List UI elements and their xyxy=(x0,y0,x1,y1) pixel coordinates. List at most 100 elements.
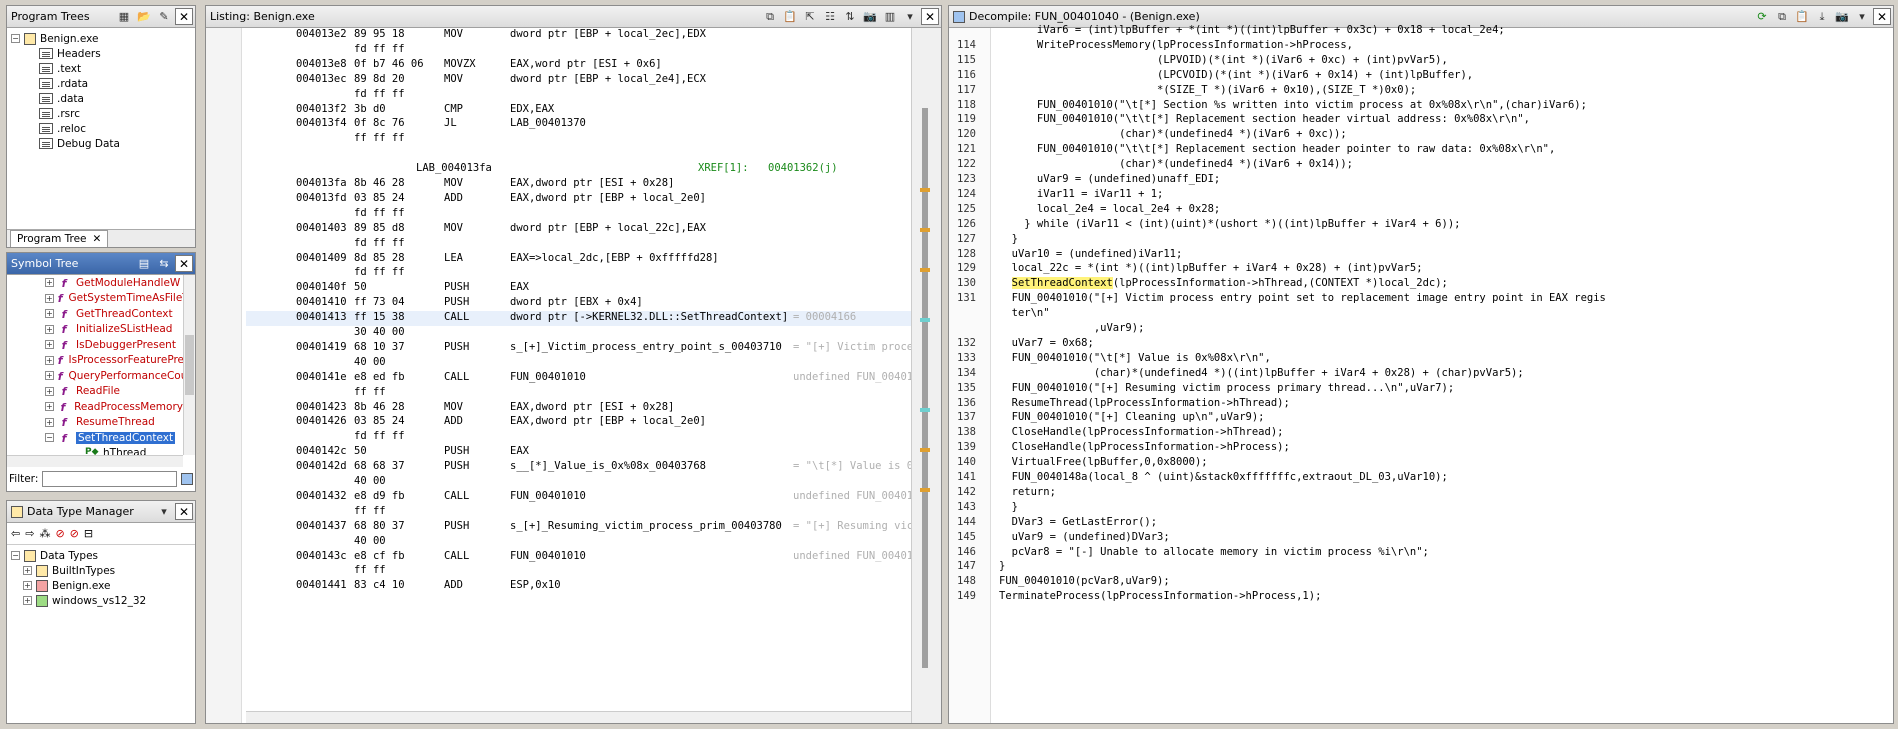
horizontal-scrollbar[interactable] xyxy=(246,711,911,723)
decompile-line[interactable]: 118 FUN_00401010("\t[*] Section %s writt… xyxy=(949,99,1893,114)
expand-icon[interactable]: + xyxy=(23,566,32,575)
decompile-line[interactable]: 127 } xyxy=(949,233,1893,248)
close-icon[interactable]: ✕ xyxy=(921,8,939,25)
decompile-line[interactable]: 142 return; xyxy=(949,486,1893,501)
decompile-line[interactable]: 141 FUN_0040148a(local_8 ^ (uint)&stack0… xyxy=(949,471,1893,486)
copy-icon[interactable]: ⧉ xyxy=(1773,8,1791,25)
program-tree-item[interactable]: .data xyxy=(11,91,195,106)
decompile-line[interactable]: 140 VirtualFree(lpBuffer,0,0x8000); xyxy=(949,456,1893,471)
decompile-line[interactable]: 130 SetThreadContext(lpProcessInformatio… xyxy=(949,277,1893,292)
expand-icon[interactable]: + xyxy=(45,309,54,319)
new-namespace-icon[interactable]: ▤ xyxy=(135,255,153,272)
symbol-item[interactable]: +f GetSystemTimeAsFileTime xyxy=(7,291,183,307)
symbol-item[interactable]: + f IsDebuggerPresent xyxy=(7,337,183,353)
diff-icon[interactable]: ⇅ xyxy=(841,8,859,25)
data-type-archive[interactable]: + Benign.exe xyxy=(11,578,195,593)
listing-row[interactable]: 0040142d 68 68 37 PUSH s__[*]_Value_is_0x%0… xyxy=(246,460,938,475)
symbol-item[interactable]: + f GetThreadContext xyxy=(7,306,183,322)
expand-icon[interactable]: + xyxy=(45,402,54,412)
decompile-line[interactable]: 136 ResumeThread(lpProcessInformation->h… xyxy=(949,397,1893,412)
decompile-line[interactable]: 145 uVar9 = (undefined)DVar3; xyxy=(949,531,1893,546)
expand-icon[interactable]: + xyxy=(45,324,54,334)
listing-row[interactable]: 004013fa 8b 46 28 MOV EAX,dword ptr [ESI + … xyxy=(246,177,911,192)
tree-root[interactable]: − Benign.exe xyxy=(11,31,195,46)
program-tree-item[interactable]: .reloc xyxy=(11,121,195,136)
decompile-line[interactable]: 132 uVar7 = 0x68; xyxy=(949,337,1893,352)
decompile-line[interactable]: ter\n" xyxy=(949,307,1893,322)
code-label[interactable]: LAB_004013fa xyxy=(416,162,492,174)
decompile-line[interactable]: 148 FUN_00401010(pcVar8,uVar9); xyxy=(949,575,1893,590)
decompile-line[interactable]: 128 uVar10 = (undefined)iVar11; xyxy=(949,248,1893,263)
decompile-line[interactable]: 119 FUN_00401010("\t\t[*] Replacement se… xyxy=(949,113,1893,128)
listing-row[interactable]: 004013f2 3b d0 CMP EDX,EAX xyxy=(246,103,911,118)
expand-icon[interactable]: + xyxy=(45,340,54,350)
expand-icon[interactable]: + xyxy=(45,278,54,288)
listing-row[interactable]: 004013f4 0f 8c 76 JL LAB_00401370 xyxy=(246,117,911,132)
decompile-line[interactable]: 123 uVar9 = (undefined)unaff_EDI; xyxy=(949,173,1893,188)
listing-row[interactable]: 004013e2 89 95 18 MOV dword ptr [EBP + loca… xyxy=(246,28,911,43)
listing-row[interactable]: fd ff ff xyxy=(246,237,911,252)
navigation-icon[interactable]: ⇆ xyxy=(155,255,173,272)
snapshot-icon[interactable]: 📷 xyxy=(1833,8,1851,25)
copy-icon[interactable]: ⧉ xyxy=(761,8,779,25)
listing-row[interactable]: 40 00 xyxy=(246,475,911,490)
collapse-icon[interactable]: − xyxy=(11,551,20,560)
decompile-line[interactable]: 122 (char)*(undefined4 *)(iVar6 + 0x14))… xyxy=(949,158,1893,173)
listing-row[interactable]: 0040140f 50 PUSH EAX xyxy=(246,281,911,296)
decompile-line[interactable]: 117 *(SIZE_T *)(iVar6 + 0x10),(SIZE_T *)… xyxy=(949,84,1893,99)
collapse-all-icon[interactable]: ⊟ xyxy=(84,527,93,540)
decompile-body[interactable]: iVar6 = (int)lpBuffer + *(int *)((int)lp… xyxy=(949,24,1893,723)
parameter-item[interactable]: P◆ hThread xyxy=(7,446,183,455)
symbol-item[interactable]: − f SetThreadContext xyxy=(7,430,183,446)
paste-icon[interactable]: 📋 xyxy=(1793,8,1811,25)
filter-off-icon[interactable]: ⊘ xyxy=(55,527,64,540)
field-editor-icon[interactable]: ☷ xyxy=(821,8,839,25)
export-icon[interactable]: ⤓ xyxy=(1813,8,1831,25)
listing-row[interactable]: fd ff ff xyxy=(246,266,911,281)
decompile-line[interactable]: 134 (char)*(undefined4 *)((int)lpBuffer … xyxy=(949,367,1893,382)
decompile-line[interactable]: 149 TerminateProcess(lpProcessInformation… xyxy=(949,590,1893,605)
decompile-line[interactable]: 133 FUN_00401010("\t[*] Value is 0x%08x\… xyxy=(949,352,1893,367)
decompile-line[interactable]: 146 pcVar8 = "[-] Unable to allocate mem… xyxy=(949,546,1893,561)
expand-icon[interactable]: + xyxy=(45,371,54,381)
program-tree-item[interactable]: .rsrc xyxy=(11,106,195,121)
listing-row[interactable]: 40 00 xyxy=(246,356,911,371)
listing-row[interactable]: ff ff xyxy=(246,505,911,520)
decompile-line[interactable]: 126 } while (iVar11 < (int)(uint)*(ushor… xyxy=(949,218,1893,233)
close-icon[interactable]: ✕ xyxy=(175,8,193,25)
xref-target[interactable]: 00401362(j) xyxy=(768,162,838,174)
filter-input[interactable] xyxy=(42,471,177,487)
listing-row[interactable]: 00401426 03 85 24 ADD EAX,dword ptr [EBP + … xyxy=(246,415,911,430)
dtm-root[interactable]: − Data Types xyxy=(11,548,195,563)
expand-icon[interactable]: + xyxy=(45,293,54,303)
symbol-item[interactable]: + f ReadFile xyxy=(7,384,183,400)
decompile-line[interactable]: 138 CloseHandle(lpProcessInformation->hT… xyxy=(949,426,1893,441)
decompile-line[interactable]: 114 WriteProcessMemory(lpProcessInformat… xyxy=(949,39,1893,54)
horizontal-scrollbar[interactable] xyxy=(7,455,183,467)
decompile-line[interactable]: 131 FUN_00401010("[+] Victim process ent… xyxy=(949,292,1893,307)
back-arrow-icon[interactable]: ⇦ xyxy=(11,527,20,540)
expand-icon[interactable]: + xyxy=(23,581,32,590)
open-folder-icon[interactable]: 📂 xyxy=(135,8,153,25)
decompile-line[interactable]: 116 (LPCVOID)(*(int *)(iVar6 + 0x14) + (… xyxy=(949,69,1893,84)
decompile-line[interactable]: 125 local_2e4 = local_2e4 + 0x28; xyxy=(949,203,1893,218)
filter-arrays-icon[interactable]: ⊘ xyxy=(70,527,79,540)
decompile-line[interactable]: 120 (char)*(undefined4 *)(iVar6 + 0xc)); xyxy=(949,128,1893,143)
listing-row[interactable]: 00401441 83 c4 10 ADD ESP,0x10 xyxy=(246,579,911,594)
new-tree-icon[interactable]: ▦ xyxy=(115,8,133,25)
decompile-line[interactable]: ,uVar9); xyxy=(949,322,1893,337)
listing-row[interactable]: 004013fd 03 85 24 ADD EAX,dword ptr [EBP + … xyxy=(246,192,911,207)
collapse-icon[interactable]: − xyxy=(11,34,20,43)
decompile-line[interactable]: 129 local_22c = *(int *)((int)lpBuffer +… xyxy=(949,262,1893,277)
listing-row[interactable]: 00401413 ff 15 38 CALL dword ptr [->KERNEL3… xyxy=(246,311,911,327)
decompile-line[interactable]: 121 FUN_00401010("\t\t[*] Replacement se… xyxy=(949,143,1893,158)
decompile-line[interactable]: iVar6 = (int)lpBuffer + *(int *)((int)lp… xyxy=(949,24,1893,39)
listing-row[interactable]: 40 00 xyxy=(246,535,911,550)
decompile-line[interactable]: 147} xyxy=(949,560,1893,575)
program-tree-item[interactable]: Headers xyxy=(11,46,195,61)
expand-icon[interactable]: + xyxy=(45,355,54,365)
listing-overview-bar[interactable] xyxy=(911,28,941,723)
program-tree-item[interactable]: .rdata xyxy=(11,76,195,91)
listing-body[interactable]: 004013e2 89 95 18 MOV dword ptr [EBP + loca… xyxy=(206,28,941,723)
symbol-item[interactable]: + f GetModuleHandleW xyxy=(7,275,183,291)
